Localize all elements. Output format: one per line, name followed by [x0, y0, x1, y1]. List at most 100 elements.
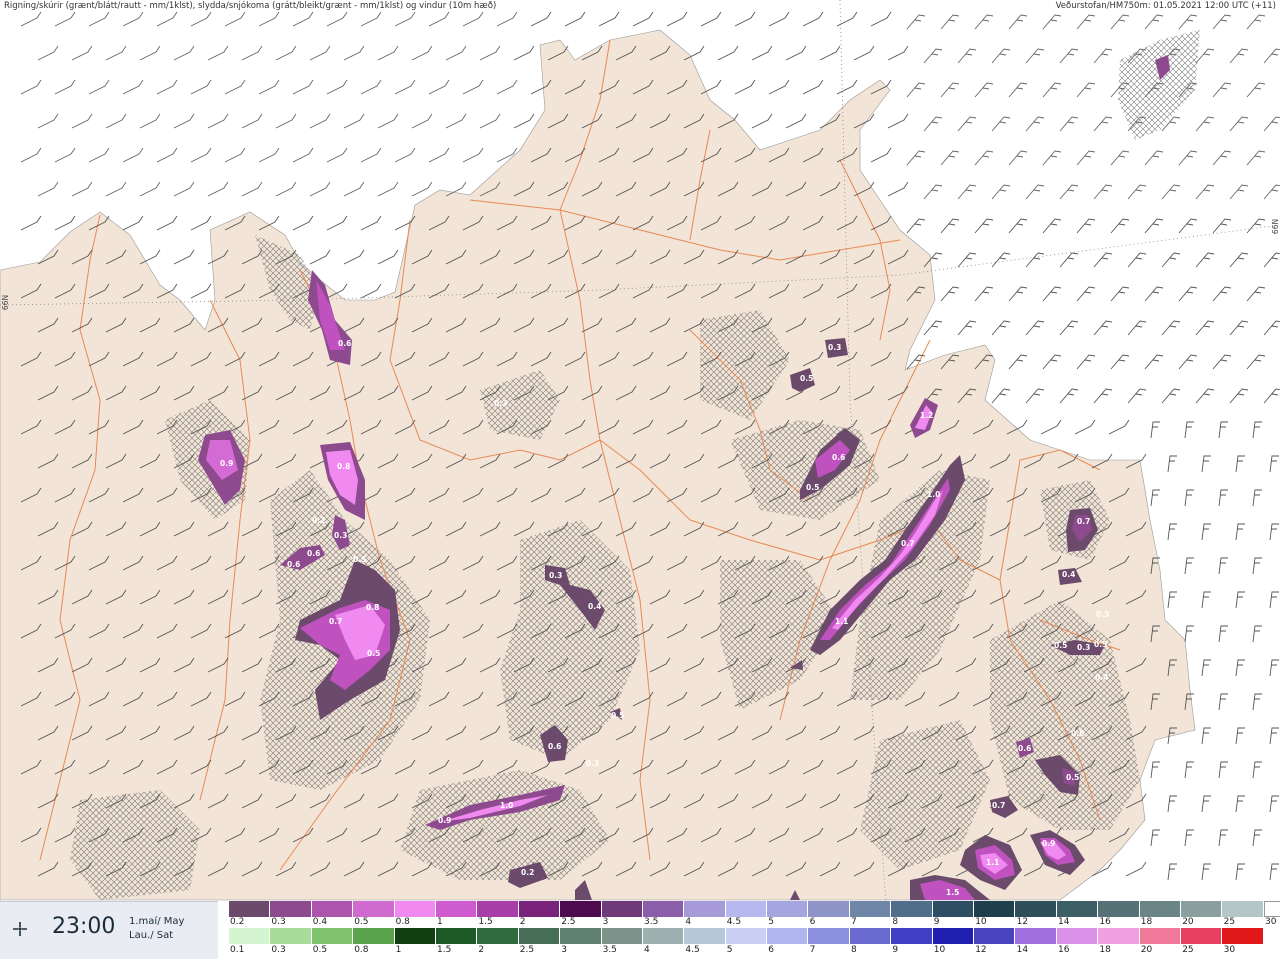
legend-swatch: [1139, 901, 1181, 917]
legend-swatch: [311, 901, 354, 917]
legend-label: 9: [933, 917, 940, 927]
legend-swatch: [1015, 901, 1057, 917]
contour-label: 0.6: [307, 549, 320, 558]
contour-label: 0.3: [828, 343, 841, 352]
contour-label: 0.3: [549, 571, 562, 580]
weather-map: 0.6 0.8 0.8 0.9 0.2 0.3 0.5 0.6 0.6 0.8 …: [0, 0, 1280, 958]
contour-label: 1.5: [946, 888, 959, 897]
contour-label: 0.3: [1096, 610, 1109, 619]
legend-label: 2: [478, 945, 485, 955]
legend-label: 4: [644, 945, 650, 955]
legend-label: 4: [685, 917, 692, 927]
legend-swatch: [1098, 901, 1140, 917]
legend-label: 1.5: [437, 945, 452, 955]
legend-swatch: [601, 928, 643, 944]
legend-label: 3: [602, 917, 609, 927]
legend-label: 20: [1182, 917, 1194, 927]
legend-swatch: [1263, 901, 1280, 917]
legend-label: 0.5: [354, 917, 369, 927]
legend-swatch: [1180, 901, 1223, 917]
legend-label: 6: [809, 917, 816, 927]
legend-label: 7: [809, 945, 816, 955]
contour-label: 0.6: [287, 560, 300, 569]
legend-swatch: [1098, 928, 1140, 944]
contour-label: 0.5: [1054, 641, 1067, 650]
legend-swatch: [270, 901, 312, 917]
legend-label: 0.8: [354, 945, 369, 955]
legend-swatch: [891, 928, 933, 944]
legend-label: 1.5: [478, 917, 493, 927]
legend-label: 2.5: [561, 917, 576, 927]
legend-label: 12: [975, 945, 987, 955]
contour-label: 0.3: [334, 531, 347, 540]
legend-row-rain: [229, 928, 1264, 944]
contour-label: 0.5: [367, 649, 380, 658]
legend-label: 0.2: [230, 917, 245, 927]
legend-swatch: [1056, 928, 1099, 944]
legend-swatch: [1139, 928, 1181, 944]
forecast-date: 1.maí/ May: [129, 916, 185, 927]
contour-label: 0.5: [800, 374, 813, 383]
legend-label: 10: [975, 917, 987, 927]
contour-label: 0.4: [1062, 570, 1075, 579]
contour-label: 0.2: [312, 516, 325, 525]
contour-label: 0.6: [338, 339, 351, 348]
contour-label: 0.7: [329, 617, 342, 626]
legend-swatch: [477, 928, 519, 944]
time-step-icon: [13, 922, 27, 936]
legend-label: 0.3: [271, 945, 286, 955]
legend-label: 1: [395, 945, 402, 955]
legend-label: 4.5: [726, 917, 742, 927]
legend-swatch: [229, 928, 271, 944]
legend-label: 0.1: [230, 945, 245, 955]
legend-label: 20: [1140, 945, 1153, 955]
legend-swatch: [353, 901, 395, 917]
legend-label: 12: [1016, 917, 1029, 927]
legend-label: 30: [1265, 917, 1277, 927]
contour-label: 0.8: [366, 603, 379, 612]
legend-label: 0.5: [312, 945, 328, 955]
legend-label: 8: [851, 945, 857, 955]
contour-label: 1.2: [920, 411, 933, 420]
legend-swatch: [974, 901, 1016, 917]
legend-swatch: [435, 901, 478, 917]
legend-label: 7: [851, 917, 857, 927]
precipitation-legend: 0.2 0.3 0.4 0.5 0.8 1 1.5 2 2.5 3 3.5 4 4.5 5 6 7 8 9 10 12…: [229, 901, 1280, 958]
legend-label: 18: [1099, 945, 1111, 955]
legend-swatch: [642, 928, 685, 944]
legend-label: 0.8: [395, 917, 410, 927]
legend-label: 8: [892, 917, 899, 927]
contour-label: 0.6: [548, 742, 561, 751]
legend-swatch: [891, 901, 933, 917]
legend-label: 5: [768, 917, 774, 927]
contour-label: 0.9: [438, 816, 451, 825]
legend-label: 9: [892, 945, 899, 955]
legend-swatch: [1222, 928, 1264, 944]
legend-swatch: [1222, 901, 1264, 917]
legend-swatch: [808, 928, 850, 944]
legend-swatch: [518, 928, 561, 944]
legend-label: 5: [726, 945, 733, 955]
legend-label: 1: [437, 917, 443, 927]
legend-label: 14: [1058, 917, 1070, 927]
legend-swatch: [270, 928, 312, 944]
legend-label: 25: [1182, 945, 1194, 955]
legend-swatch: [1015, 928, 1057, 944]
contour-label: 0.9: [1042, 839, 1055, 848]
forecast-time-panel: 23:00 1.maí/ May Lau./ Sat: [0, 901, 218, 959]
legend-swatch: [229, 901, 271, 917]
legend-row-snow-labels: 0.2 0.3 0.4 0.5 0.8 1 1.5 2 2.5 3 3.5 4 4.5 5 6 7 8 9 10 12…: [229, 917, 1280, 928]
legend-swatch: [725, 928, 768, 944]
legend-swatch: [518, 901, 561, 917]
legend-label: 3: [561, 945, 567, 955]
contour-label: 0.4: [1095, 673, 1108, 682]
contour-label: 0.5: [1066, 773, 1079, 782]
contour-label: 0.3: [1077, 643, 1090, 652]
forecast-weekday: Lau./ Sat: [129, 930, 174, 941]
contour-label: 0.7: [901, 539, 914, 548]
legend-swatch: [477, 901, 519, 917]
legend-swatch: [974, 928, 1016, 944]
contour-label: 0.7: [1077, 517, 1090, 526]
legend-label: 3.5: [602, 945, 617, 955]
legend-row-snow: [229, 901, 1280, 917]
